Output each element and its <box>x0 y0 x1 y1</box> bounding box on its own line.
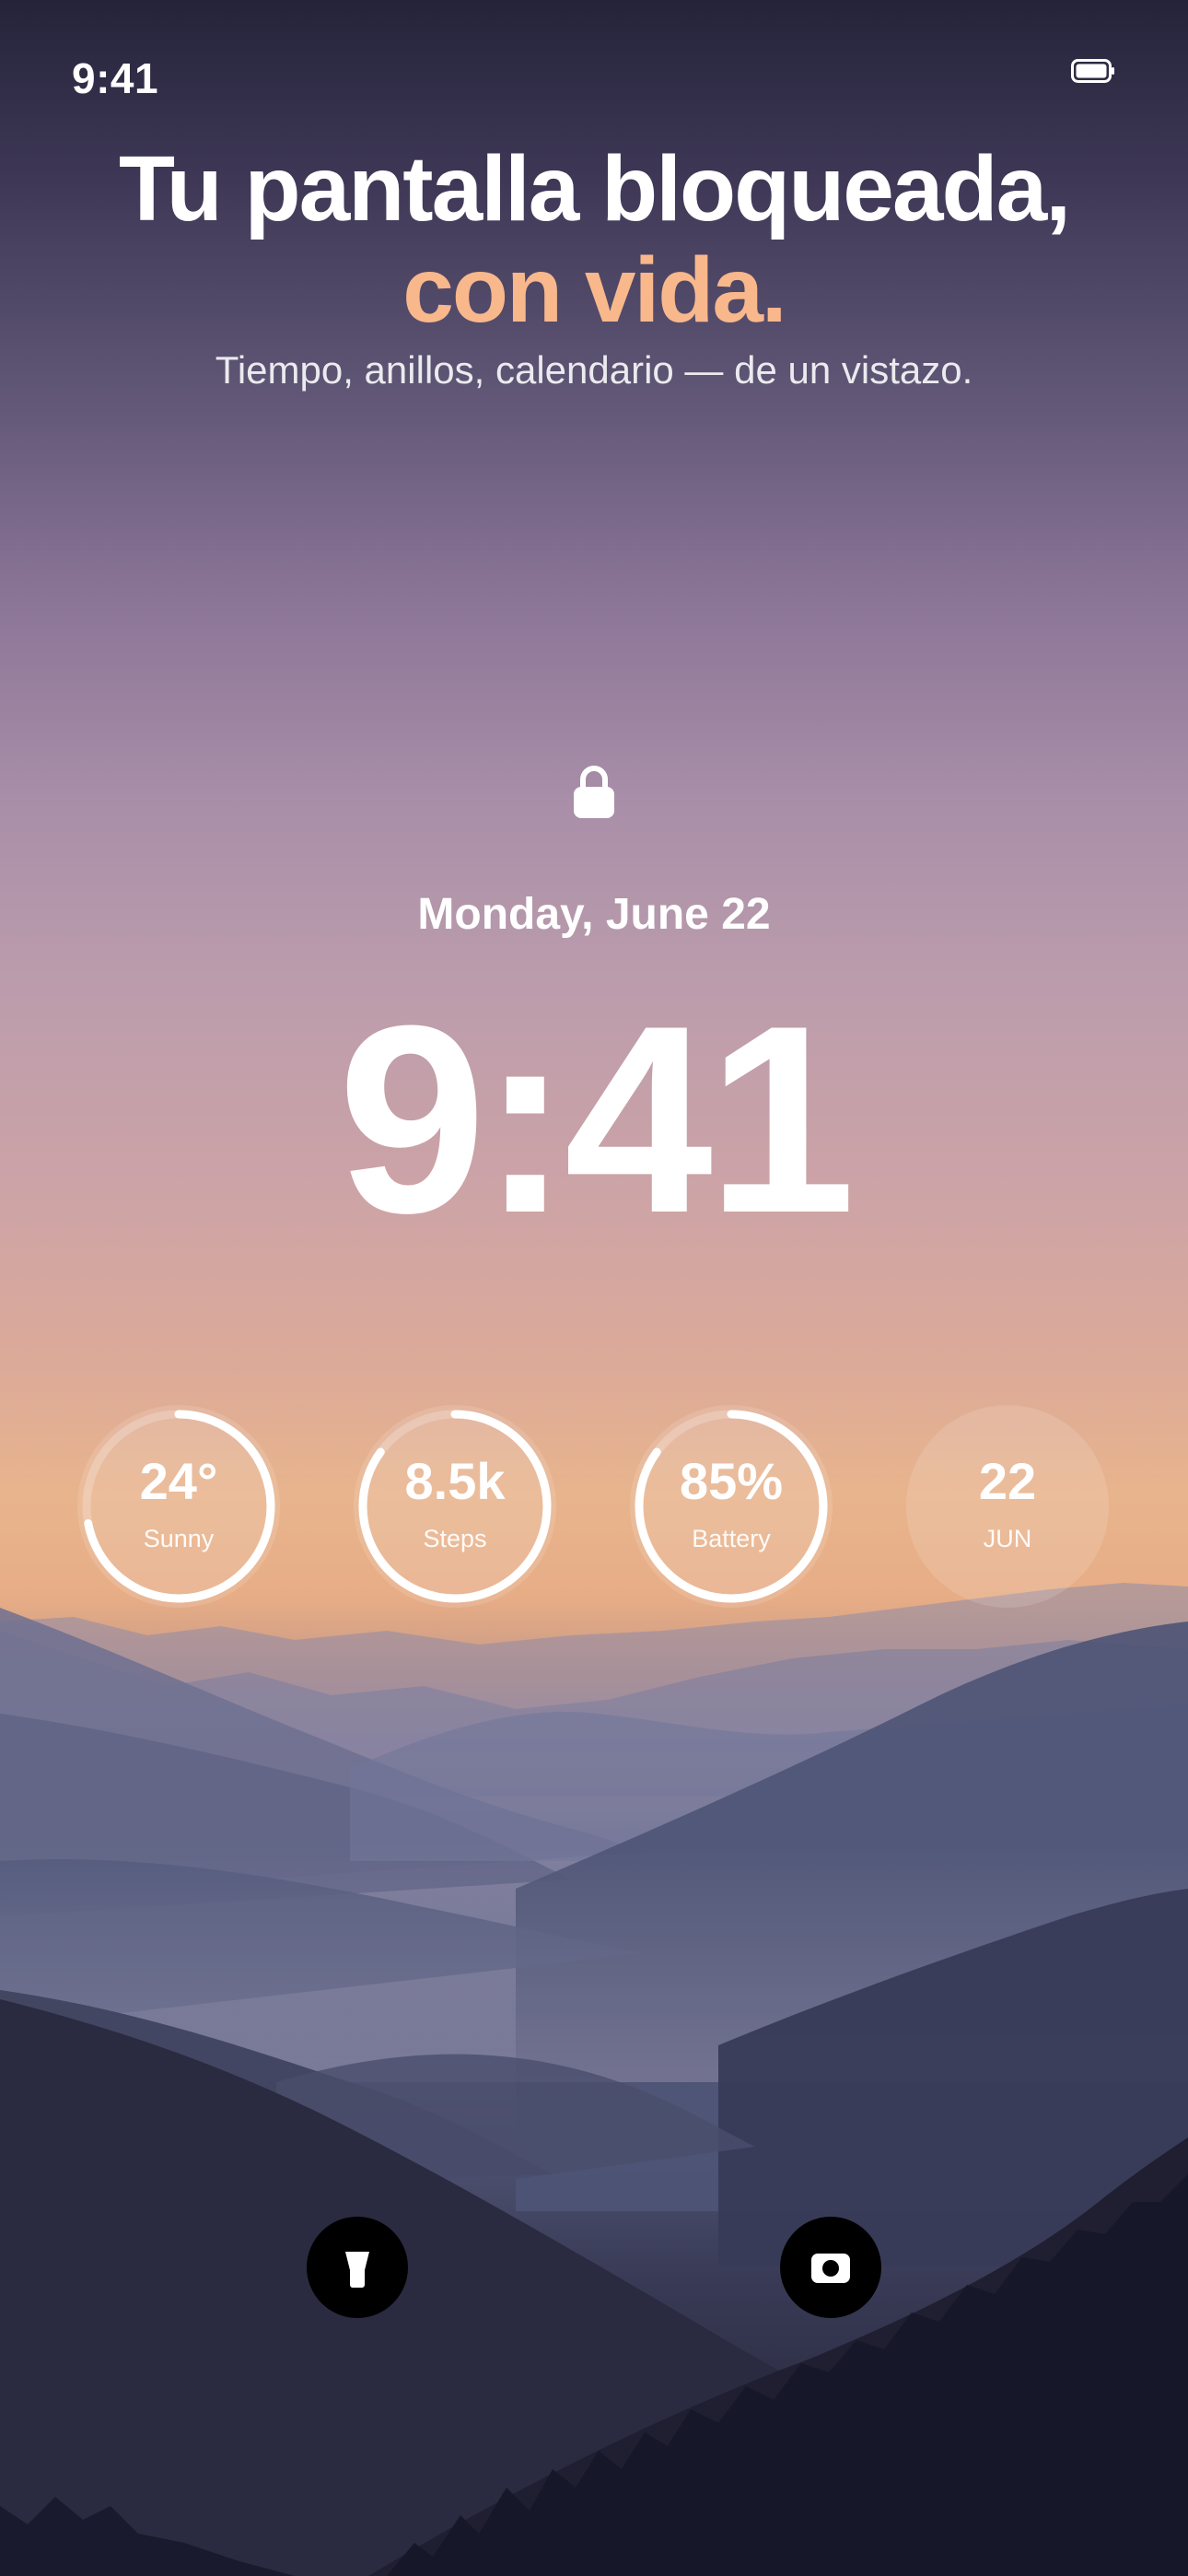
flashlight-button[interactable] <box>307 2217 408 2318</box>
battery-icon <box>1071 59 1114 83</box>
calendar-month: JUN <box>983 1525 1032 1552</box>
subheadline: Tiempo, anillos, calendario — de un vist… <box>215 348 973 392</box>
steps-widget[interactable]: 8.5k Steps <box>354 1405 556 1608</box>
camera-icon <box>811 2254 850 2283</box>
lock-date: Monday, June 22 <box>417 890 771 939</box>
weather-condition: Sunny <box>143 1525 215 1552</box>
steps-label: Steps <box>423 1525 487 1552</box>
lock-icon <box>574 766 614 818</box>
lock-time: 9:41 <box>337 970 856 1269</box>
calendar-day: 22 <box>978 1452 1037 1510</box>
battery-percent: 85% <box>679 1452 784 1510</box>
widget-row: 24° Sunny 8.5k Steps 85% Battery 22 JUN <box>0 1405 1188 1608</box>
weather-widget[interactable]: 24° Sunny <box>77 1405 280 1608</box>
steps-count: 8.5k <box>404 1452 506 1510</box>
headline-accent: con vida. <box>402 239 786 342</box>
flashlight-icon <box>345 2252 369 2288</box>
weather-temperature: 24° <box>139 1452 218 1510</box>
camera-button[interactable] <box>780 2217 881 2318</box>
status-bar-time: 9:41 <box>72 54 159 102</box>
lock-screen: 9:41 Tu pantalla bloqueada, con vida. Ti… <box>0 0 1188 2576</box>
battery-widget[interactable]: 85% Battery <box>630 1405 833 1608</box>
battery-label: Battery <box>692 1525 771 1552</box>
headline: Tu pantalla bloqueada, con vida. <box>0 138 1188 341</box>
calendar-widget[interactable]: 22 JUN <box>906 1405 1109 1608</box>
headline-line-1: Tu pantalla bloqueada, <box>118 137 1071 240</box>
